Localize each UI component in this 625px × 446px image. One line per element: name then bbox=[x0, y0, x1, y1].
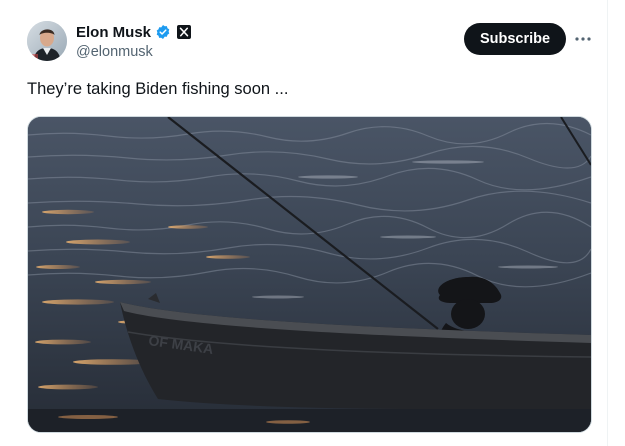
verified-badge-icon[interactable] bbox=[155, 24, 171, 40]
tweet-card: Elon Musk @elonmusk Subscribe They’re ta… bbox=[0, 0, 608, 446]
subscribe-button[interactable]: Subscribe bbox=[464, 23, 566, 55]
tweet-media-photo[interactable]: OF MAKA bbox=[27, 116, 592, 433]
more-horizontal-icon[interactable] bbox=[574, 30, 592, 48]
tweet-text: They’re taking Biden fishing soon ... bbox=[27, 80, 289, 98]
author-handle[interactable]: @elonmusk bbox=[76, 44, 153, 60]
avatar-image bbox=[27, 21, 67, 61]
fishing-boat-photo: OF MAKA bbox=[28, 117, 591, 432]
author-name-row: Elon Musk bbox=[76, 23, 192, 41]
avatar[interactable] bbox=[27, 21, 67, 61]
x-logo-icon[interactable] bbox=[177, 25, 192, 39]
author-display-name[interactable]: Elon Musk bbox=[76, 24, 151, 41]
